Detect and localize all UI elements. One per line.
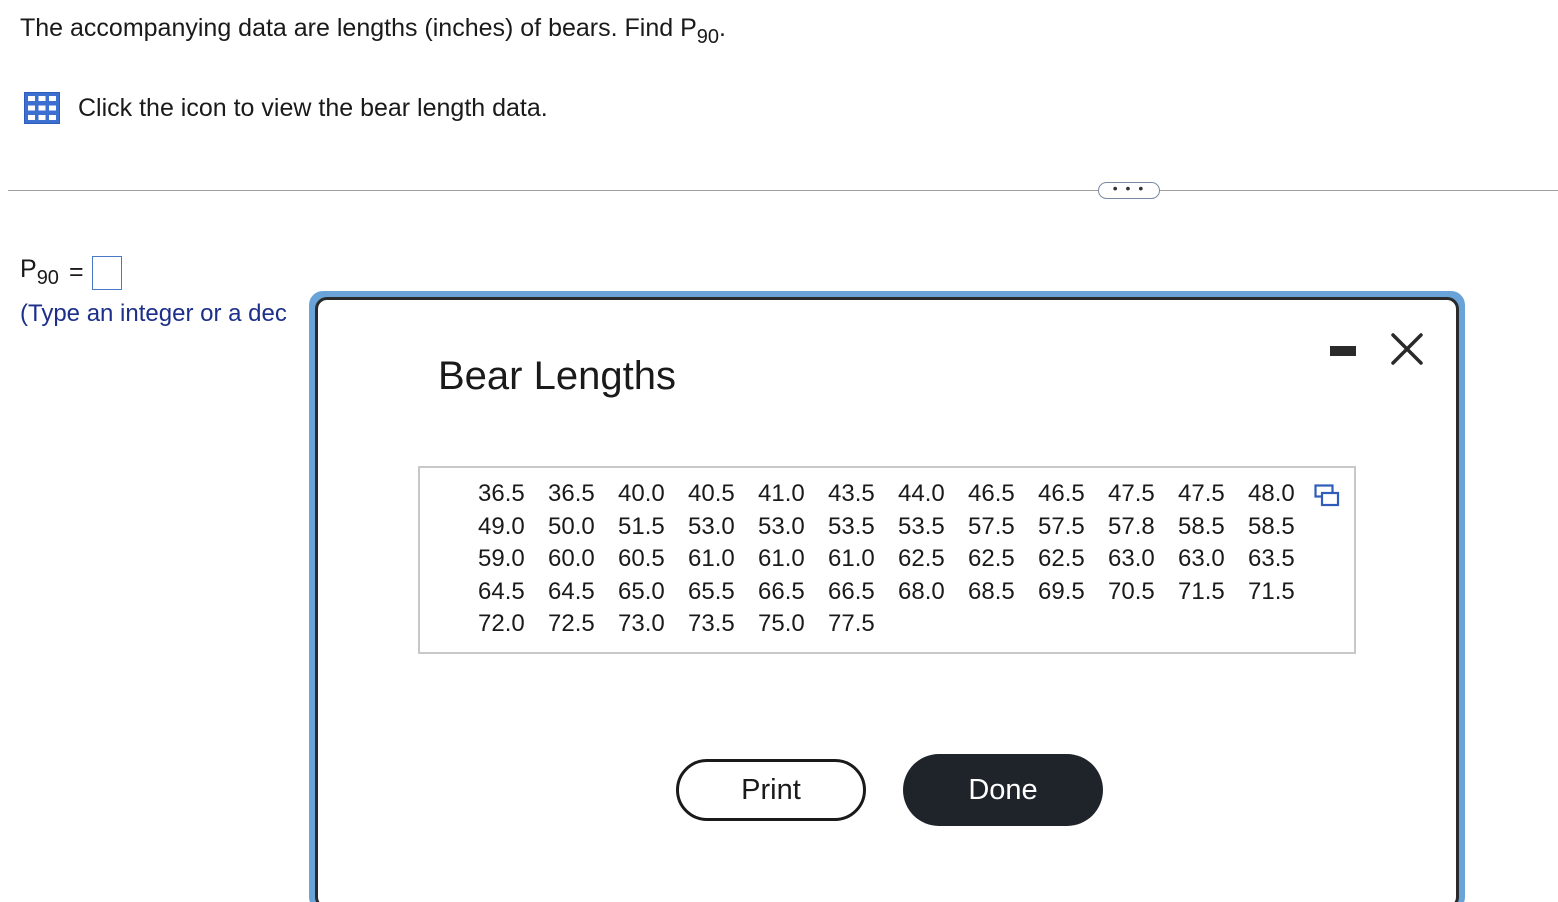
question-suffix: . — [719, 14, 726, 42]
data-value: 68.5 — [968, 577, 1015, 605]
data-value: 58.5 — [1248, 512, 1295, 540]
data-value: 73.5 — [688, 610, 735, 637]
data-value: 63.0 — [1178, 545, 1225, 572]
data-value: 66.5 — [828, 577, 875, 605]
data-value: 77.5 — [828, 610, 875, 637]
answer-input[interactable] — [91, 255, 122, 290]
data-value: 47.5 — [1108, 480, 1155, 507]
answer-label: P90 — [20, 255, 59, 289]
data-value: 64.5 — [548, 577, 595, 605]
dialog-title: Bear Lengths — [438, 354, 676, 398]
data-value: 47.5 — [1178, 480, 1225, 507]
data-value: 72.5 — [548, 610, 595, 637]
data-value: 65.5 — [688, 577, 735, 605]
data-value: 69.5 — [1038, 577, 1085, 605]
data-value: 57.5 — [968, 512, 1015, 540]
data-value: 68.0 — [898, 577, 945, 605]
data-value: 51.5 — [618, 512, 665, 540]
data-value: 58.5 — [1178, 512, 1225, 540]
data-value: 71.5 — [1178, 577, 1225, 605]
data-value: 49.0 — [478, 512, 525, 540]
data-value: 60.5 — [618, 545, 665, 572]
data-value: 46.5 — [1038, 480, 1085, 507]
data-value: 70.5 — [1108, 577, 1155, 605]
data-value: 65.0 — [618, 577, 665, 605]
data-value: 72.0 — [478, 610, 525, 637]
data-value: 43.5 — [828, 480, 875, 507]
data-value: 53.0 — [758, 512, 805, 540]
data-value: 40.0 — [618, 480, 665, 507]
answer-hint: (Type an integer or a dec — [20, 300, 287, 327]
data-value: 48.0 — [1248, 480, 1295, 507]
data-value: 62.5 — [968, 545, 1015, 572]
data-value: 59.0 — [478, 545, 525, 572]
data-value: 50.0 — [548, 512, 595, 540]
question-main: The accompanying data are lengths (inche… — [20, 14, 697, 42]
data-value: 61.0 — [828, 545, 875, 572]
view-data-label[interactable]: Click the icon to view the bear length d… — [78, 94, 548, 123]
question-text: The accompanying data are lengths (inche… — [20, 14, 726, 49]
divider — [8, 190, 1558, 191]
question-subscript: 90 — [696, 26, 720, 48]
data-value: 40.5 — [688, 480, 735, 507]
equals-sign: = — [68, 258, 84, 286]
data-value: 36.5 — [548, 480, 595, 507]
copy-icon[interactable] — [1314, 484, 1340, 508]
data-value: 46.5 — [968, 480, 1015, 507]
more-button[interactable]: • • • — [1098, 181, 1160, 199]
data-value: 62.5 — [1038, 545, 1085, 572]
data-value: 53.5 — [828, 512, 875, 540]
data-value: 36.5 — [478, 480, 525, 507]
data-value: 66.5 — [758, 577, 805, 605]
data-value: 71.5 — [1248, 577, 1295, 605]
print-button[interactable]: Print — [676, 759, 866, 821]
data-value: 57.8 — [1108, 512, 1155, 540]
table-grid-icon[interactable] — [24, 92, 60, 124]
data-value: 44.0 — [898, 480, 945, 507]
data-value: 75.0 — [758, 610, 805, 637]
data-value: 62.5 — [898, 545, 945, 572]
data-value: 60.0 — [548, 545, 595, 572]
minimize-icon[interactable] — [1330, 346, 1356, 356]
data-value: 53.5 — [898, 512, 945, 540]
answer-row: P90 = — [20, 255, 122, 290]
data-value: 63.5 — [1248, 545, 1295, 572]
page: The accompanying data are lengths (inche… — [0, 0, 1558, 902]
data-value: 57.5 — [1038, 512, 1085, 540]
data-value: 61.0 — [758, 545, 805, 572]
done-button[interactable]: Done — [903, 754, 1103, 826]
view-data-link[interactable]: Click the icon to view the bear length d… — [24, 92, 548, 124]
data-value: 41.0 — [758, 480, 805, 507]
data-value: 64.5 — [478, 577, 525, 605]
bear-length-data: 36.5 36.5 40.0 40.5 41.0 43.5 44.0 46.5 46.5 47.5… — [478, 480, 1318, 643]
data-value: 73.0 — [618, 610, 665, 637]
data-value: 63.0 — [1108, 545, 1155, 572]
data-value: 53.0 — [688, 512, 735, 540]
close-icon[interactable] — [1388, 330, 1426, 368]
data-value: 61.0 — [688, 545, 735, 572]
